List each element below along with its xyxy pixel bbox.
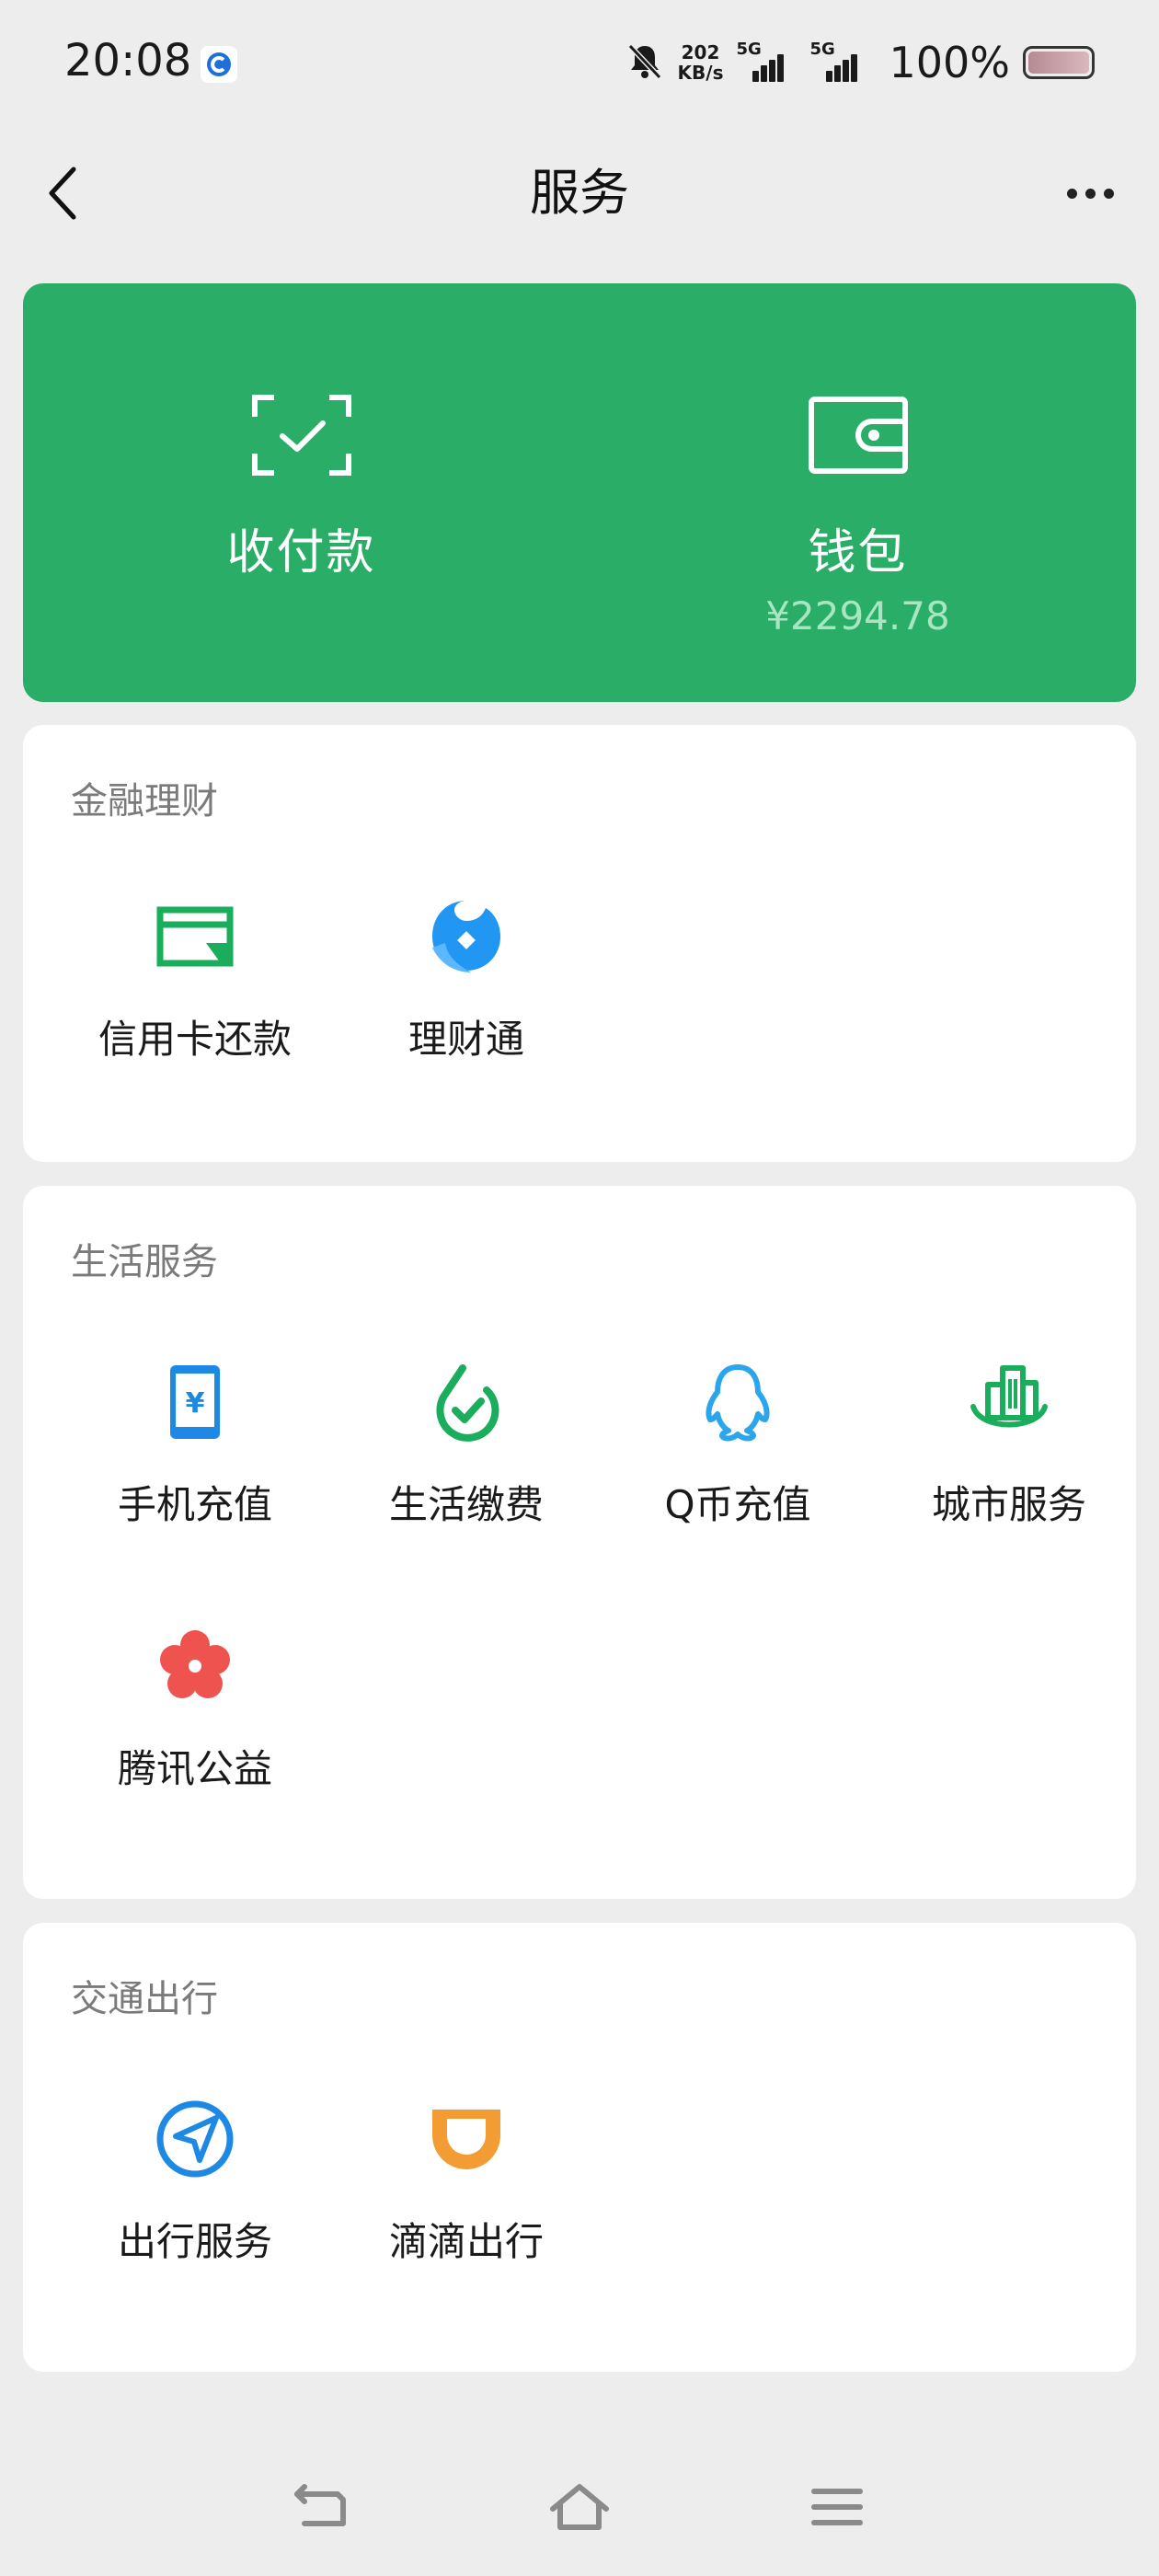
more-dots-icon — [1084, 188, 1096, 199]
pay-receive-label: 收付款 — [226, 525, 376, 581]
section-title: 生活服务 — [71, 1241, 218, 1283]
didi-icon — [432, 2110, 500, 2169]
system-back-button[interactable] — [281, 2466, 363, 2548]
wallet-icon — [808, 397, 908, 474]
app-notification-icon — [201, 46, 237, 83]
item-label: 城市服务 — [931, 1482, 1086, 1527]
battery-icon — [1023, 46, 1095, 79]
charity-flower-icon — [160, 1630, 230, 1698]
navigation-bar: 服务 — [0, 124, 1159, 262]
city-icon — [970, 1365, 1048, 1428]
signal-2-label: 5G — [809, 40, 835, 59]
didi-item[interactable]: 滴滴出行 — [328, 2093, 604, 2267]
item-label: 手机充值 — [117, 1482, 272, 1527]
more-dots-icon — [1066, 188, 1077, 199]
section-life-services: 生活服务 ¥ 手机充值 生活缴费 Q币充值 城市服务 腾讯公益 — [23, 1186, 1136, 1899]
network-speed-unit: KB/s — [677, 62, 724, 84]
tencent-charity-item[interactable]: 腾讯公益 — [57, 1620, 333, 1794]
section-title: 交通出行 — [71, 1978, 218, 2020]
mute-bell-icon — [625, 40, 665, 85]
phone-topup-item[interactable]: ¥ 手机充值 — [57, 1356, 333, 1530]
system-home-button[interactable] — [538, 2466, 621, 2548]
more-options-button[interactable] — [1049, 161, 1131, 225]
item-label: 滴滴出行 — [388, 2219, 544, 2264]
signal-strength-icon: 5G — [736, 40, 797, 82]
hero-card: 收付款 钱包 ¥2294.78 — [23, 283, 1136, 702]
network-speed-value: 202 — [681, 41, 720, 63]
credit-card-icon — [156, 906, 234, 967]
scan-check-icon — [251, 395, 351, 476]
wallet-label: 钱包 — [808, 525, 908, 581]
svg-text:¥: ¥ — [186, 1387, 205, 1420]
network-speed: 202 KB/s — [678, 42, 724, 83]
section-title: 金融理财 — [71, 780, 218, 822]
bill-payment-item[interactable]: 生活缴费 — [328, 1356, 604, 1530]
status-indicators: 202 KB/s 5G 5G 100% — [625, 35, 1095, 90]
wallet-button[interactable]: 钱包 ¥2294.78 — [580, 283, 1136, 702]
qq-penguin-icon — [706, 1364, 770, 1442]
travel-services-item[interactable]: 出行服务 — [57, 2093, 333, 2267]
item-label: Q币充值 — [664, 1482, 811, 1527]
navigation-icon — [156, 2100, 234, 2178]
wallet-balance: ¥2294.78 — [765, 593, 950, 638]
item-label: 信用卡还款 — [98, 1017, 292, 1062]
item-label: 出行服务 — [117, 2219, 272, 2264]
page-title: 服务 — [530, 164, 629, 222]
status-time: 20:08 — [64, 35, 192, 86]
status-bar: 20:08 202 KB/s 5G 5G 100% — [0, 0, 1159, 124]
signal-strength-icon: 5G — [809, 40, 870, 82]
more-dots-icon — [1103, 188, 1114, 199]
licaitong-item[interactable]: 理财通 — [328, 891, 604, 1064]
q-coin-topup-item[interactable]: Q币充值 — [600, 1356, 876, 1530]
system-navigation-bar — [0, 2466, 1159, 2558]
menu-lines-icon — [811, 2489, 863, 2525]
battery-percentage: 100% — [889, 38, 1010, 87]
wealth-icon — [432, 901, 500, 972]
pay-receive-button[interactable]: 收付款 — [23, 283, 580, 702]
section-transport: 交通出行 出行服务 滴滴出行 — [23, 1923, 1136, 2372]
home-icon — [550, 2484, 609, 2530]
section-finance: 金融理财 信用卡还款 理财通 — [23, 725, 1136, 1162]
return-arrow-icon — [294, 2484, 346, 2526]
credit-card-repayment-item[interactable]: 信用卡还款 — [57, 891, 333, 1064]
signal-1-label: 5G — [736, 40, 762, 59]
system-menu-button[interactable] — [796, 2466, 878, 2548]
item-label: 腾讯公益 — [117, 1746, 272, 1791]
bill-pay-icon — [436, 1364, 499, 1442]
phone-topup-icon: ¥ — [170, 1365, 220, 1439]
item-label: 理财通 — [407, 1017, 524, 1062]
item-label: 生活缴费 — [388, 1482, 544, 1527]
city-services-item[interactable]: 城市服务 — [871, 1356, 1147, 1530]
